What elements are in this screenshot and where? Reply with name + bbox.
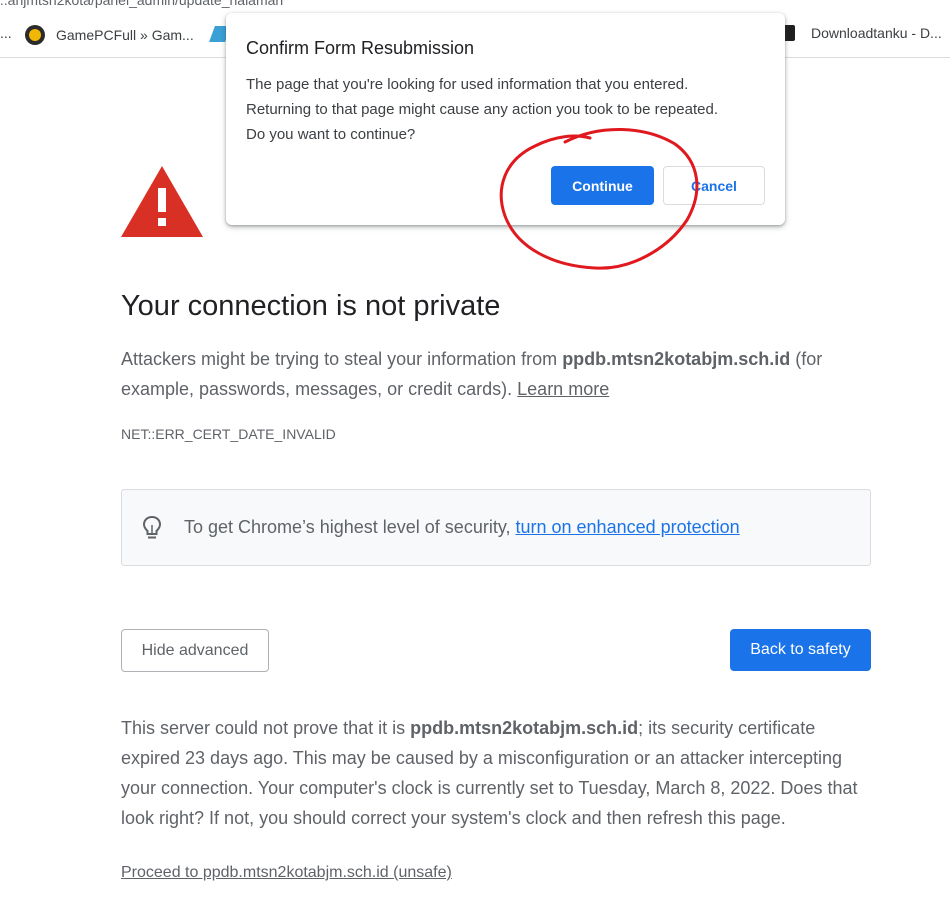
dialog-line: Returning to that page might cause any a… bbox=[246, 101, 718, 118]
bookmark-favicon-icon bbox=[25, 25, 45, 45]
tip-label: To get Chrome’s highest level of securit… bbox=[184, 517, 516, 537]
bookmark-label: ... bbox=[0, 25, 12, 41]
hide-advanced-button[interactable]: Hide advanced bbox=[121, 629, 269, 672]
bookmark-label: GamePCFull » Gam... bbox=[56, 27, 194, 43]
desc-text: Attackers might be trying to steal your … bbox=[121, 349, 563, 369]
dialog-line: The page that you're looking for used in… bbox=[246, 76, 689, 93]
warning-description: Attackers might be trying to steal your … bbox=[121, 344, 871, 404]
confirm-resubmission-dialog: Confirm Form Resubmission The page that … bbox=[226, 13, 785, 225]
site-domain: ppdb.mtsn2kotabjm.sch.id bbox=[410, 718, 639, 738]
learn-more-link[interactable]: Learn more bbox=[517, 379, 609, 399]
bookmark-item-gamepcfull[interactable]: GamePCFull » Gam... bbox=[25, 25, 194, 45]
dialog-title: Confirm Form Resubmission bbox=[246, 38, 475, 58]
advanced-details: This server could not prove that it is p… bbox=[121, 713, 873, 833]
proceed-unsafe-link[interactable]: Proceed to ppdb.mtsn2kotabjm.sch.id (uns… bbox=[121, 864, 452, 882]
details-text: This server could not prove that it is bbox=[121, 718, 411, 738]
dialog-message: The page that you're looking for used in… bbox=[246, 72, 776, 147]
page-title: Your connection is not private bbox=[121, 290, 501, 322]
cancel-button[interactable]: Cancel bbox=[663, 166, 765, 205]
continue-button[interactable]: Continue bbox=[551, 166, 654, 205]
dialog-line: Do you want to continue? bbox=[246, 126, 416, 143]
back-to-safety-button[interactable]: Back to safety bbox=[730, 629, 871, 671]
error-code: NET::ERR_CERT_DATE_INVALID bbox=[121, 426, 336, 442]
warning-triangle-icon bbox=[121, 166, 203, 237]
url-text: ...anjmtsn2kota/panel_admin/update_halam… bbox=[0, 0, 284, 8]
enhanced-protection-tip: To get Chrome’s highest level of securit… bbox=[121, 489, 871, 566]
bookmark-item-downloadtanku[interactable]: Downloadtanku - D... bbox=[783, 25, 942, 41]
enhanced-protection-link[interactable]: turn on enhanced protection bbox=[516, 517, 740, 537]
address-bar-fragment[interactable]: ...anjmtsn2kota/panel_admin/update_halam… bbox=[0, 0, 950, 12]
bookmark-label: Downloadtanku - D... bbox=[811, 25, 942, 41]
bookmark-item-truncated[interactable]: ... bbox=[0, 25, 12, 41]
lightbulb-icon bbox=[142, 515, 162, 539]
tip-text: To get Chrome’s highest level of securit… bbox=[184, 517, 740, 538]
site-domain: ppdb.mtsn2kotabjm.sch.id bbox=[562, 349, 791, 369]
